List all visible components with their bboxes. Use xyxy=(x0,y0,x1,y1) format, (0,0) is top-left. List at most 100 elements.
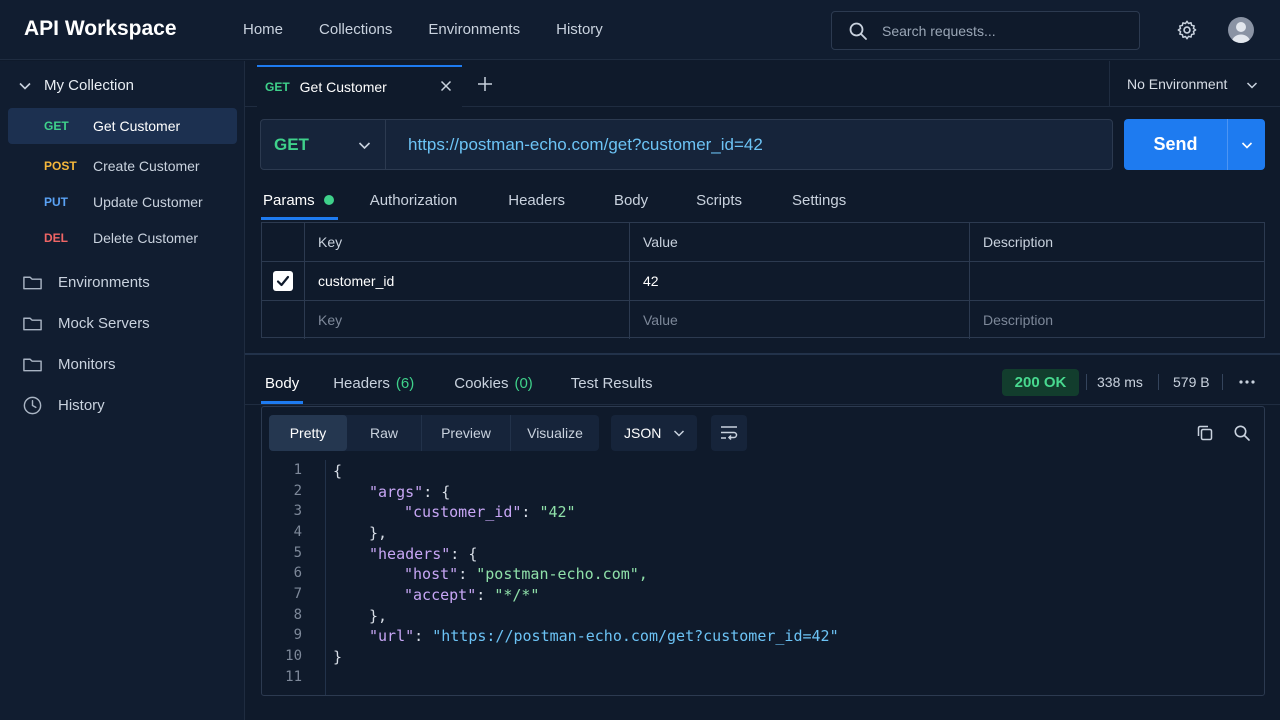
send-options-button[interactable] xyxy=(1227,119,1265,170)
tab-settings[interactable]: Settings xyxy=(792,180,846,220)
new-param-key-input[interactable]: Key xyxy=(304,301,629,339)
panel-divider[interactable] xyxy=(245,353,1280,355)
user-icon xyxy=(1231,22,1251,43)
sidebar-item-label: Environments xyxy=(58,274,150,291)
send-button[interactable]: Send xyxy=(1124,119,1227,170)
tab-body[interactable]: Body xyxy=(614,180,648,220)
format-preview[interactable]: Preview xyxy=(422,415,511,451)
new-param-description-input[interactable]: Description xyxy=(969,301,1264,339)
nav-collections[interactable]: Collections xyxy=(301,0,410,60)
request-name: Create Customer xyxy=(93,158,200,174)
response-size: 579 B xyxy=(1173,374,1210,390)
sidebar-item-history[interactable]: History xyxy=(22,395,105,416)
chevron-down-icon xyxy=(1241,142,1253,149)
clock-icon xyxy=(23,396,42,415)
chevron-down-icon xyxy=(19,82,31,90)
sidebar-request-get-customer[interactable]: GET Get Customer xyxy=(8,108,237,144)
environment-value: No Environment xyxy=(1127,76,1228,92)
folder-icon xyxy=(23,358,42,372)
code-line: }, xyxy=(369,607,388,625)
sidebar-request-create-customer[interactable]: POST Create Customer xyxy=(8,148,237,184)
environment-select[interactable]: No Environment xyxy=(1109,61,1280,107)
gear-icon[interactable] xyxy=(1176,19,1198,41)
tab-headers[interactable]: Headers xyxy=(508,180,565,220)
request-name: Delete Customer xyxy=(93,230,199,246)
tab-scripts[interactable]: Scripts xyxy=(696,180,742,220)
request-name: Get Customer xyxy=(93,118,181,134)
column-header-key: Key xyxy=(304,223,629,261)
line-number: 10 xyxy=(285,648,302,664)
sidebar-item-label: Monitors xyxy=(58,356,116,373)
method-value: GET xyxy=(274,134,309,154)
app-title: API Workspace xyxy=(24,17,177,40)
language-select[interactable]: JSON xyxy=(611,415,697,451)
code-line: "args": { xyxy=(369,483,451,501)
table-header-row: Key Value Description xyxy=(262,223,1264,262)
param-value[interactable]: 42 xyxy=(629,262,969,300)
headers-count: (6) xyxy=(395,374,415,392)
sidebar-item-mock-servers[interactable]: Mock Servers xyxy=(22,313,150,334)
method-badge: PUT xyxy=(44,195,68,209)
method-badge: GET xyxy=(44,119,69,133)
format-visualize[interactable]: Visualize xyxy=(511,415,599,451)
chevron-down-icon xyxy=(358,142,371,150)
collection-name: My Collection xyxy=(44,77,135,94)
method-badge: DEL xyxy=(44,231,68,245)
status-badge: 200 OK xyxy=(1002,369,1079,396)
wrap-lines-button[interactable] xyxy=(711,415,747,451)
url-input[interactable]: https://postman-echo.com/get?customer_id… xyxy=(385,119,1113,170)
wrap-lines-icon xyxy=(721,426,738,441)
column-header-value: Value xyxy=(629,223,969,261)
nav-home[interactable]: Home xyxy=(225,0,301,60)
format-pretty[interactable]: Pretty xyxy=(269,415,347,451)
format-raw[interactable]: Raw xyxy=(347,415,422,451)
code-line: }, xyxy=(369,524,388,542)
response-time: 338 ms xyxy=(1097,374,1143,390)
line-number: 4 xyxy=(293,524,302,540)
param-key[interactable]: customer_id xyxy=(304,262,629,300)
line-number: 7 xyxy=(293,586,302,602)
tab-test-results[interactable]: Test Results xyxy=(571,362,653,404)
line-number: 9 xyxy=(293,627,302,643)
code-line: "customer_id": "42" xyxy=(404,503,576,521)
line-number: 5 xyxy=(293,545,302,561)
cookies-count: (0) xyxy=(514,374,533,392)
sidebar-request-update-customer[interactable]: PUT Update Customer xyxy=(8,184,237,220)
url-value: https://postman-echo.com/get?customer_id… xyxy=(408,134,763,154)
tab-label: Params xyxy=(263,191,315,209)
tab-response-body[interactable]: Body xyxy=(261,362,304,404)
column-header-description: Description xyxy=(969,223,1264,261)
request-tab-bar: GET Get Customer No Environment xyxy=(245,61,1280,107)
nav-environments[interactable]: Environments xyxy=(410,0,538,60)
nav-history[interactable]: History xyxy=(538,0,621,60)
chevron-down-icon xyxy=(673,430,685,437)
line-number: 6 xyxy=(293,565,302,581)
more-options-icon[interactable] xyxy=(1239,380,1255,384)
search-input[interactable]: Search requests... xyxy=(831,11,1140,50)
sidebar-request-delete-customer[interactable]: DEL Delete Customer xyxy=(8,220,237,256)
tab-get-customer[interactable]: GET Get Customer xyxy=(257,65,462,107)
collection-header[interactable]: My Collection xyxy=(18,77,134,94)
active-indicator-dot xyxy=(323,195,334,205)
tab-response-headers[interactable]: Headers (6) xyxy=(333,362,414,404)
tab-response-cookies[interactable]: Cookies (0) xyxy=(454,362,533,404)
copy-icon[interactable] xyxy=(1196,424,1214,442)
search-icon[interactable] xyxy=(1233,424,1251,442)
new-param-value-input[interactable]: Value xyxy=(629,301,969,339)
param-enabled-checkbox[interactable] xyxy=(273,271,293,291)
plus-icon[interactable] xyxy=(477,76,493,92)
method-select[interactable]: GET xyxy=(260,119,386,170)
tab-params[interactable]: Params xyxy=(261,180,338,220)
avatar[interactable] xyxy=(1228,17,1254,43)
sidebar-item-environments[interactable]: Environments xyxy=(22,272,150,293)
folder-icon xyxy=(23,276,42,290)
tab-label: Get Customer xyxy=(299,79,387,95)
close-icon[interactable] xyxy=(440,80,452,92)
line-number: 1 xyxy=(293,462,302,478)
code-line: "host": "postman-echo.com", xyxy=(404,565,648,583)
param-description[interactable] xyxy=(969,262,1264,300)
tab-authorization[interactable]: Authorization xyxy=(370,180,458,220)
code-line: } xyxy=(333,648,343,666)
chevron-down-icon xyxy=(1246,82,1258,89)
sidebar-item-monitors[interactable]: Monitors xyxy=(22,354,116,375)
